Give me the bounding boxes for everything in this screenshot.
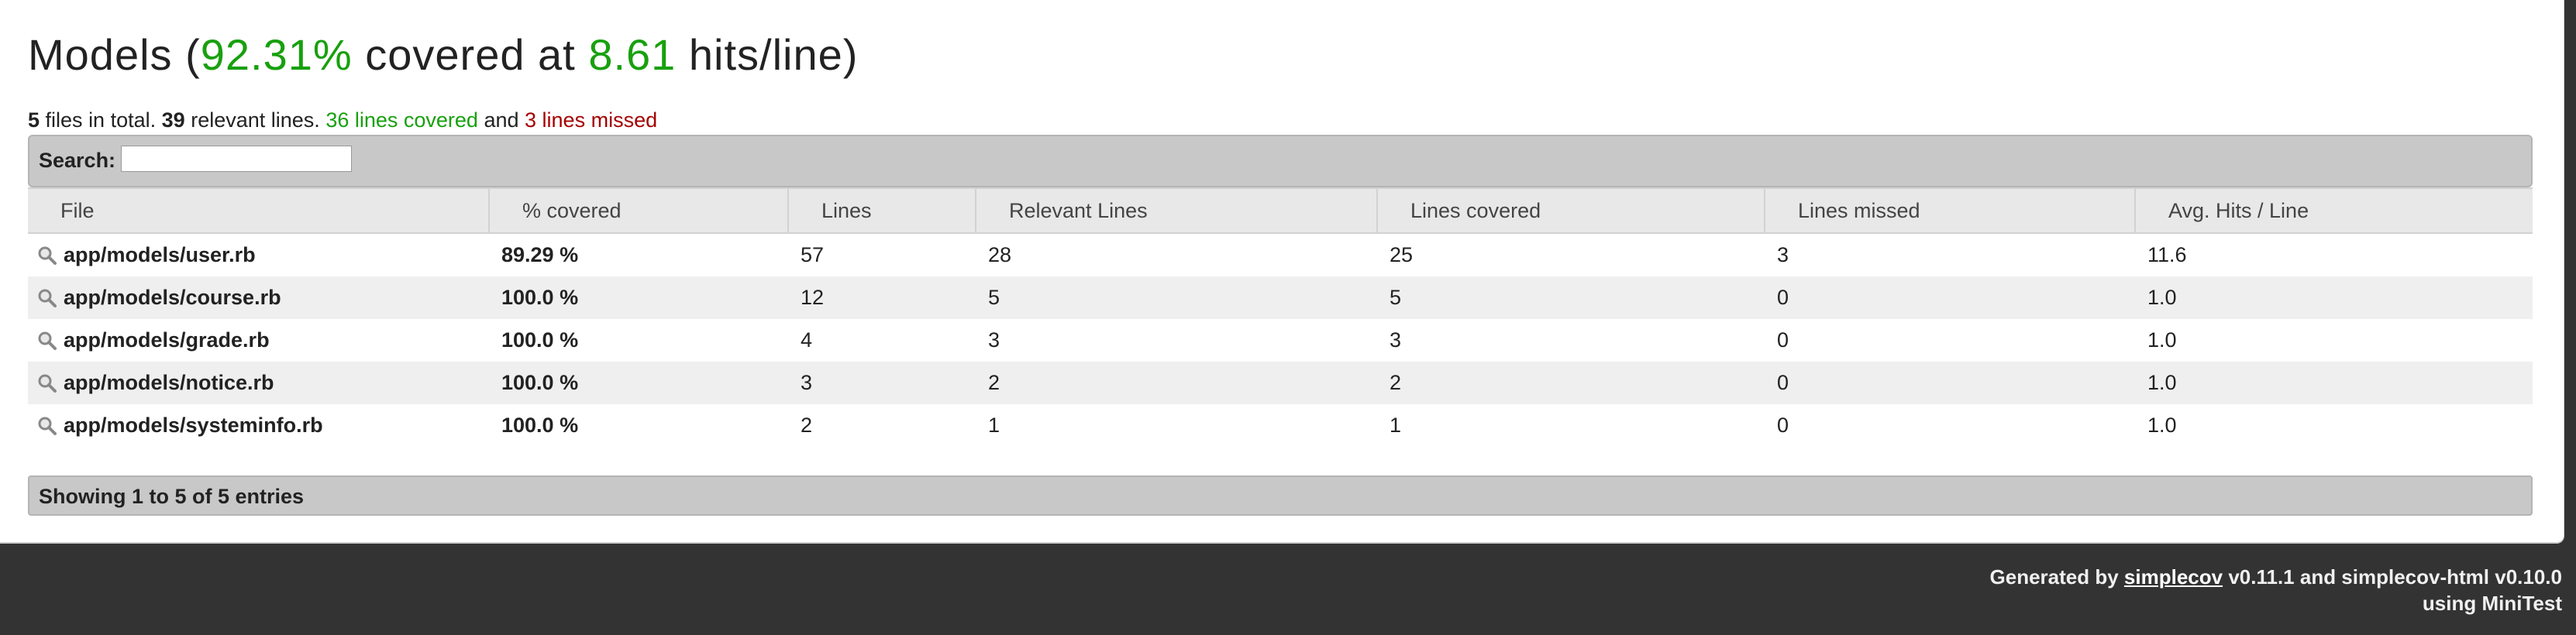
table-row: app/models/grade.rb 100.0 % 4 3 3 0 1.0 [28, 319, 2533, 362]
magnifier-icon [38, 289, 57, 307]
open-paren: ( [185, 30, 201, 79]
lines-missed-cell: 0 [1765, 276, 2135, 319]
percent-covered-cell: 89.29 % [489, 233, 788, 276]
file-cell[interactable]: app/models/systeminfo.rb [28, 404, 489, 447]
lines-covered-cell: 25 [1377, 233, 1765, 276]
coverage-summary: 5 files in total. 39 relevant lines. 36 … [28, 107, 657, 133]
avg-hits-cell: 1.0 [2135, 276, 2533, 319]
column-header-file[interactable]: File [28, 187, 489, 234]
lines-missed-text: 3 lines missed [525, 108, 658, 132]
hits-per-line-suffix: hits/line) [688, 30, 859, 79]
magnifier-icon [38, 374, 57, 393]
column-header-relevant-lines[interactable]: Relevant Lines [975, 187, 1377, 234]
lines-covered-cell: 5 [1377, 276, 1765, 319]
table-row: app/models/course.rb 100.0 % 12 5 5 0 1.… [28, 276, 2533, 319]
table-row: app/models/systeminfo.rb 100.0 % 2 1 1 0… [28, 404, 2533, 447]
relevant-text: relevant lines. [191, 108, 320, 132]
search-label: Search: [39, 149, 116, 172]
file-link[interactable]: app/models/notice.rb [64, 371, 274, 394]
lines-cell: 3 [788, 362, 976, 404]
column-header-avg-hits[interactable]: Avg. Hits / Line [2134, 187, 2533, 234]
file-link[interactable]: app/models/systeminfo.rb [64, 414, 323, 437]
lines-missed-cell: 0 [1765, 319, 2135, 362]
magnifier-icon [38, 417, 57, 435]
table-row: app/models/user.rb 89.29 % 57 28 25 3 11… [28, 233, 2533, 276]
file-cell[interactable]: app/models/grade.rb [28, 319, 489, 362]
lines-covered-cell: 3 [1377, 319, 1765, 362]
entries-info: Showing 1 to 5 of 5 entries [39, 485, 305, 508]
file-cell[interactable]: app/models/course.rb [28, 276, 489, 319]
relevant-lines-cell: 3 [976, 319, 1377, 362]
file-list-table: File % covered Lines Relevant Lines Line… [28, 187, 2533, 447]
lines-missed-cell: 0 [1765, 362, 2135, 404]
table-row: app/models/notice.rb 100.0 % 3 2 2 0 1.0 [28, 362, 2533, 404]
lines-missed-cell: 3 [1765, 233, 2135, 276]
lines-cell: 2 [788, 404, 976, 447]
version-text: v0.11.1 and simplecov-html v0.10.0 [2228, 565, 2562, 589]
file-link[interactable]: app/models/course.rb [64, 286, 281, 309]
search-input[interactable] [121, 146, 352, 172]
and-text: and [484, 108, 519, 132]
file-cell[interactable]: app/models/user.rb [28, 233, 489, 276]
lines-missed-cell: 0 [1765, 404, 2135, 447]
using-text: using MiniTest [2422, 592, 2562, 615]
lines-cell: 57 [788, 233, 976, 276]
relevant-count: 39 [161, 108, 185, 132]
relevant-lines-cell: 28 [976, 233, 1377, 276]
lines-covered-cell: 2 [1377, 362, 1765, 404]
table-header-row: File % covered Lines Relevant Lines Line… [28, 187, 2533, 234]
avg-hits-cell: 1.0 [2135, 404, 2533, 447]
relevant-lines-cell: 1 [976, 404, 1377, 447]
percent-covered-cell: 100.0 % [489, 404, 788, 447]
column-header-percent-covered[interactable]: % covered [488, 187, 788, 234]
report-panel: Models (92.31% covered at 8.61 hits/line… [0, 0, 2564, 544]
lines-cell: 4 [788, 319, 976, 362]
avg-hits-cell: 1.0 [2135, 319, 2533, 362]
hits-per-line-value: 8.61 [588, 30, 677, 79]
file-cell[interactable]: app/models/notice.rb [28, 362, 489, 404]
lines-covered-cell: 1 [1377, 404, 1765, 447]
search-bar: Search: [28, 135, 2533, 187]
relevant-lines-cell: 2 [976, 362, 1377, 404]
group-name: Models [28, 30, 173, 79]
column-header-lines[interactable]: Lines [787, 187, 976, 234]
covered-at-text: covered at [365, 30, 576, 79]
percent-covered-cell: 100.0 % [489, 276, 788, 319]
file-link[interactable]: app/models/grade.rb [64, 328, 270, 352]
relevant-lines-cell: 5 [976, 276, 1377, 319]
lines-cell: 12 [788, 276, 976, 319]
coverage-percent: 92.31% [200, 30, 353, 79]
table-info-bar: Showing 1 to 5 of 5 entries [28, 475, 2533, 516]
simplecov-link[interactable]: simplecov [2124, 565, 2223, 589]
generated-by-text: Generated by [1989, 565, 2119, 589]
percent-covered-cell: 100.0 % [489, 319, 788, 362]
column-header-lines-covered[interactable]: Lines covered [1376, 187, 1765, 234]
generated-line: Generated by simplecov v0.11.1 and simpl… [1990, 564, 2562, 590]
magnifier-icon [38, 246, 57, 265]
percent-covered-cell: 100.0 % [489, 362, 788, 404]
file-link[interactable]: app/models/user.rb [64, 243, 256, 266]
lines-covered-text: 36 lines covered [325, 108, 478, 132]
column-header-lines-missed[interactable]: Lines missed [1764, 187, 2135, 234]
files-text: files in total. [45, 108, 157, 132]
avg-hits-cell: 11.6 [2135, 233, 2533, 276]
files-count: 5 [28, 108, 40, 132]
magnifier-icon [38, 331, 57, 350]
page-title: Models (92.31% covered at 8.61 hits/line… [28, 29, 858, 81]
page-footer: Generated by simplecov v0.11.1 and simpl… [1990, 564, 2562, 616]
avg-hits-cell: 1.0 [2135, 362, 2533, 404]
